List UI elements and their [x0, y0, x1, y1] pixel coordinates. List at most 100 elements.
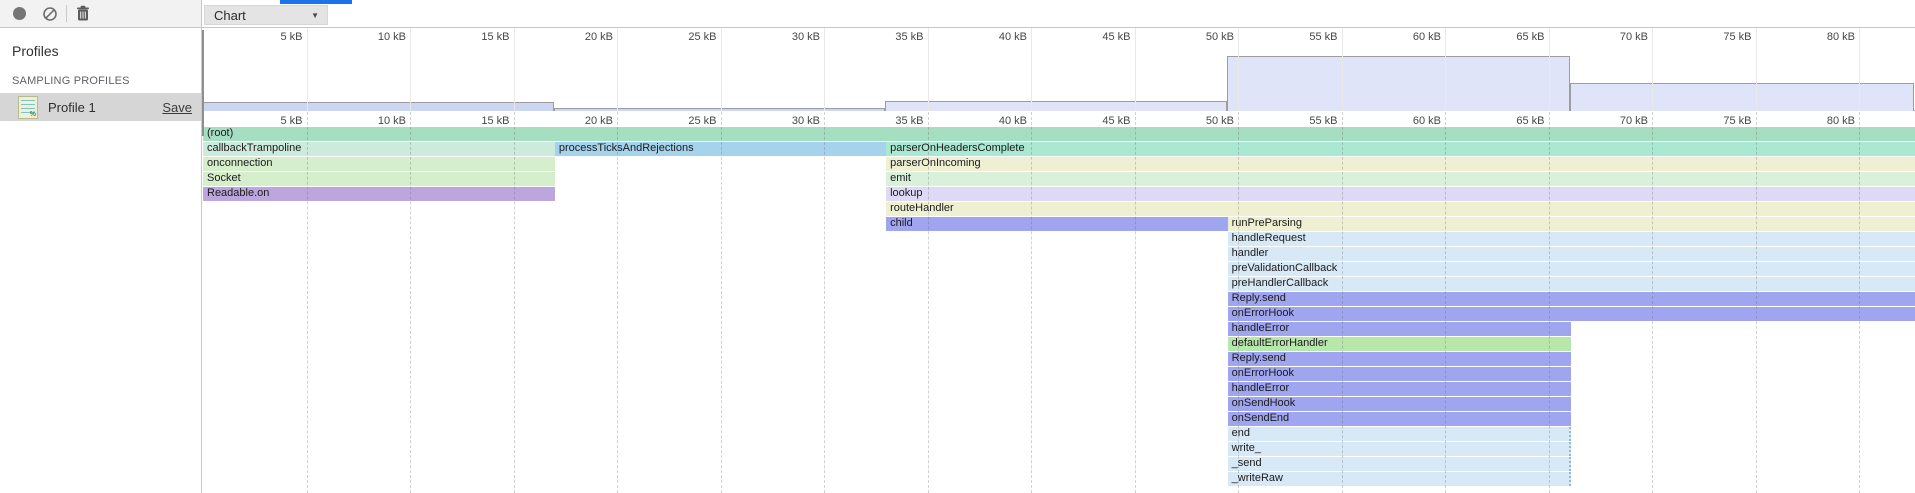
gridline [721, 28, 722, 111]
flame-bar[interactable]: defaultErrorHandler [1228, 337, 1572, 351]
flame-bar[interactable]: (root) [203, 127, 1915, 141]
flame-ruler: 5 kB10 kB15 kB20 kB25 kB30 kB35 kB40 kB4… [202, 112, 1915, 126]
profile-list-item[interactable]: % Profile 1 Save [0, 93, 201, 121]
clear-profiles-button[interactable] [38, 2, 62, 26]
axis-tick-label: 55 kB [1309, 31, 1341, 43]
gridline [1238, 112, 1239, 493]
gridline [1342, 28, 1343, 111]
gridline [1549, 112, 1550, 493]
view-mode-select[interactable]: Chart ▼ [204, 5, 328, 25]
gridline [617, 112, 618, 493]
flame-bar[interactable]: Reply.send [1228, 352, 1572, 366]
overview-memory-segment[interactable] [1570, 83, 1914, 111]
flame-bar[interactable]: onSendHook [1228, 397, 1572, 411]
gridline [307, 28, 308, 111]
flame-bar[interactable]: runPreParsing [1228, 217, 1915, 231]
gridline [721, 112, 722, 493]
flame-bar[interactable]: handler [1228, 247, 1915, 261]
record-icon [13, 7, 26, 20]
gridline [1652, 28, 1653, 111]
gridline [1652, 112, 1653, 493]
save-profile-link[interactable]: Save [162, 100, 192, 115]
axis-tick-label: 35 kB [895, 31, 927, 43]
flame-bar[interactable]: callbackTrampoline [203, 142, 555, 156]
gridline [410, 112, 411, 493]
gridline [1135, 28, 1136, 111]
gridline [824, 112, 825, 493]
sampling-profile-icon: % [18, 96, 38, 119]
gridline [1238, 28, 1239, 111]
gridline [514, 28, 515, 111]
delete-profile-button[interactable] [71, 2, 95, 26]
axis-tick-label: 75 kB [1723, 31, 1755, 43]
gridline [514, 112, 515, 493]
gridline [1135, 112, 1136, 493]
gridline [1031, 112, 1032, 493]
gridline [1445, 28, 1446, 111]
axis-tick-label: 60 kB [1413, 31, 1445, 43]
flame-bar[interactable]: handleError [1228, 382, 1572, 396]
axis-tick-label: 40 kB [999, 31, 1031, 43]
flame-bar[interactable]: Reply.send [1228, 292, 1915, 306]
profile-name: Profile 1 [48, 100, 96, 115]
view-mode-value: Chart [214, 8, 246, 23]
flame-bar[interactable]: handleError [1228, 322, 1572, 336]
gridline [1859, 112, 1860, 493]
flame-bar[interactable]: child [886, 217, 1228, 231]
gridline [824, 28, 825, 111]
axis-tick-label: 30 kB [792, 31, 824, 43]
flame-rows: (root)callbackTrampolineprocessTicksAndR… [202, 126, 1915, 493]
overview-memory-segment[interactable] [1227, 56, 1571, 111]
flame-bar[interactable]: lookup [886, 187, 1915, 201]
overview-memory-segment[interactable] [554, 108, 885, 111]
flame-bar[interactable]: onSendEnd [1228, 412, 1572, 426]
flame-bar[interactable]: routeHandler [886, 202, 1915, 216]
overview-memory-segment[interactable] [885, 101, 1227, 111]
flame-bar[interactable]: _writeRaw [1228, 472, 1572, 486]
flame-bar[interactable]: onconnection [203, 157, 555, 171]
block-icon [42, 6, 58, 22]
overview-memory-segment[interactable] [202, 102, 554, 111]
axis-tick-label: 80 kB [1827, 31, 1859, 43]
flame-bar[interactable]: Socket [203, 172, 555, 186]
axis-tick-label: 20 kB [585, 31, 617, 43]
flame-bar[interactable]: preValidationCallback [1228, 262, 1915, 276]
flame-bar[interactable]: parserOnIncoming [886, 157, 1915, 171]
gridline [1549, 28, 1550, 111]
sidebar-title: Profiles [12, 43, 59, 59]
flame-bar[interactable]: _send [1228, 457, 1572, 471]
toolbar-divider [66, 5, 67, 22]
flame-bar[interactable]: write_ [1228, 442, 1572, 456]
sampling-profiles-section-label: SAMPLING PROFILES [12, 75, 130, 87]
flame-bar[interactable]: handleRequest [1228, 232, 1915, 246]
gridline [1756, 112, 1757, 493]
axis-tick-label: 15 kB [481, 31, 513, 43]
flame-bar[interactable]: onErrorHook [1228, 307, 1915, 321]
flame-bar[interactable]: emit [886, 172, 1915, 186]
profiles-toolbar [0, 0, 202, 28]
trash-icon [75, 5, 91, 22]
flame-bar[interactable]: Readable.on [203, 187, 555, 201]
overview-ruler: 5 kB 10 kB 15 kB 20 kB 25 kB 30 kB 35 kB 40 kB 4… [202, 28, 1915, 47]
flame-bar[interactable]: end [1228, 427, 1572, 441]
flame-bar[interactable]: onErrorHook [1228, 367, 1572, 381]
flame-chart-pane: 5 kB 10 kB 15 kB 20 kB 25 kB 30 kB 35 kB 40 kB 4… [202, 28, 1915, 493]
axis-tick-label: 45 kB [1102, 31, 1134, 43]
axis-tick-label: 10 kB [378, 31, 410, 43]
flame-bar[interactable]: parserOnHeadersComplete [886, 142, 1915, 156]
gridline [1756, 28, 1757, 111]
axis-tick-label: 5 kB [280, 31, 306, 43]
axis-tick-label: 50 kB [1206, 31, 1238, 43]
axis-tick-label: 25 kB [688, 31, 720, 43]
vertical-scrollbar-thumb[interactable] [202, 30, 204, 136]
overview-graph[interactable] [202, 47, 1915, 111]
devtools-memory-profiler: Chart ▼ Profiles SAMPLING PROFILES % Pro… [0, 0, 1915, 493]
gridline [410, 28, 411, 111]
profiles-sidebar: Profiles SAMPLING PROFILES % Profile 1 S… [0, 28, 202, 493]
gridline [928, 112, 929, 493]
axis-tick-label: 70 kB [1620, 31, 1652, 43]
gridline [1445, 112, 1446, 493]
record-heap-button[interactable] [7, 2, 31, 26]
gridline [1031, 28, 1032, 111]
flame-bar[interactable]: preHandlerCallback [1228, 277, 1915, 291]
